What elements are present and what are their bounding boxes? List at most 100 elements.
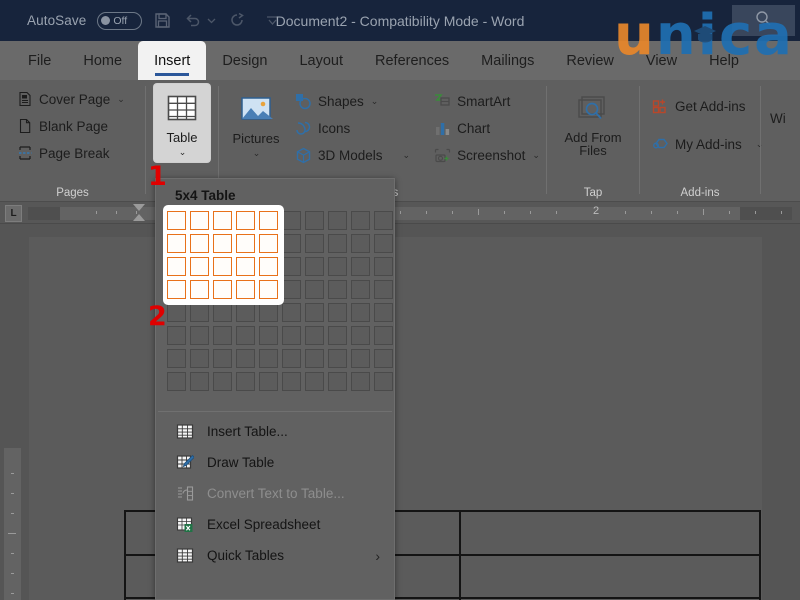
table-size-grid[interactable] <box>163 205 393 403</box>
cover-page-button[interactable]: Cover Page ⌄ <box>12 87 129 111</box>
vertical-ruler[interactable] <box>4 448 21 600</box>
table-grid-cell-5x1[interactable] <box>259 211 278 230</box>
table-grid-cell-9x4[interactable] <box>351 280 370 299</box>
customize-quick-access-icon[interactable] <box>265 13 280 28</box>
chevron-down-icon[interactable]: ⌄ <box>371 96 379 107</box>
table-grid-cell-8x3[interactable] <box>328 257 347 276</box>
online-video-button[interactable]: Wi <box>766 106 790 130</box>
indent-marker[interactable] <box>133 214 145 221</box>
table-grid-cell-3x3[interactable] <box>213 257 232 276</box>
tab-references[interactable]: References <box>359 41 465 80</box>
table-grid-cell-2x2[interactable] <box>190 234 209 253</box>
horizontal-ruler[interactable]: L 2 <box>0 202 800 224</box>
undo-dropdown-icon[interactable] <box>206 15 217 26</box>
table-grid-cell-5x3[interactable] <box>259 257 278 276</box>
table-grid-cell-3x1[interactable] <box>213 211 232 230</box>
table-grid-cell-8x4[interactable] <box>328 280 347 299</box>
table-grid-cell-4x2[interactable] <box>236 234 255 253</box>
table-grid-cell-7x8[interactable] <box>305 372 324 391</box>
table-grid-cell-6x4[interactable] <box>282 280 301 299</box>
table-grid-cell-9x8[interactable] <box>351 372 370 391</box>
table-grid-cell-2x5[interactable] <box>190 303 209 322</box>
tab-review[interactable]: Review <box>550 41 630 80</box>
icons-button[interactable]: Icons <box>291 116 414 140</box>
pictures-button[interactable]: Pictures ⌄ <box>227 87 285 159</box>
table-grid-cell-6x1[interactable] <box>282 211 301 230</box>
table-grid-cell-3x5[interactable] <box>213 303 232 322</box>
my-add-ins-button[interactable]: My Add-ins ⌄ <box>648 132 767 156</box>
table-grid-cell-10x7[interactable] <box>374 349 393 368</box>
table-grid-cell-10x5[interactable] <box>374 303 393 322</box>
table-grid-cell-5x8[interactable] <box>259 372 278 391</box>
table-grid-cell-4x8[interactable] <box>236 372 255 391</box>
screenshot-button[interactable]: Screenshot ⌄ <box>430 143 544 167</box>
indent-marker[interactable] <box>133 204 145 211</box>
table-grid-cell-1x2[interactable] <box>167 234 186 253</box>
table-grid-cell-8x5[interactable] <box>328 303 347 322</box>
table-grid-cell-4x6[interactable] <box>236 326 255 345</box>
table-grid-cell-1x4[interactable] <box>167 280 186 299</box>
table-grid-cell-3x4[interactable] <box>213 280 232 299</box>
tab-help[interactable]: Help <box>693 41 755 80</box>
table-grid-cell-7x7[interactable] <box>305 349 324 368</box>
table-grid-cell-6x5[interactable] <box>282 303 301 322</box>
table-grid-cell-1x3[interactable] <box>167 257 186 276</box>
table-grid-cell-1x8[interactable] <box>167 372 186 391</box>
table-grid-cell-9x5[interactable] <box>351 303 370 322</box>
table-grid-cell-10x8[interactable] <box>374 372 393 391</box>
add-from-files-button[interactable]: Add From Files <box>553 87 633 157</box>
table-grid-cell-9x6[interactable] <box>351 326 370 345</box>
chart-button[interactable]: Chart <box>430 116 544 140</box>
tab-view[interactable]: View <box>630 41 693 80</box>
chevron-down-icon[interactable]: ⌄ <box>532 150 540 161</box>
search-button[interactable] <box>732 5 795 36</box>
table-grid-cell-3x2[interactable] <box>213 234 232 253</box>
table-grid-cell-5x4[interactable] <box>259 280 278 299</box>
table-grid-cell-10x2[interactable] <box>374 234 393 253</box>
table-grid-cell-4x4[interactable] <box>236 280 255 299</box>
table-grid-cell-7x2[interactable] <box>305 234 324 253</box>
table-grid-cell-6x7[interactable] <box>282 349 301 368</box>
tab-layout[interactable]: Layout <box>283 41 359 80</box>
menu-item-quick-tables[interactable]: Quick Tables › <box>156 540 394 571</box>
tab-home[interactable]: Home <box>67 41 138 80</box>
table-grid-cell-9x1[interactable] <box>351 211 370 230</box>
table-grid-cell-5x2[interactable] <box>259 234 278 253</box>
table-grid-cell-2x1[interactable] <box>190 211 209 230</box>
get-add-ins-button[interactable]: Get Add-ins <box>648 94 767 118</box>
table-grid-cell-10x4[interactable] <box>374 280 393 299</box>
table-grid-cell-10x1[interactable] <box>374 211 393 230</box>
table-grid-cell-4x1[interactable] <box>236 211 255 230</box>
table-grid-cell-3x7[interactable] <box>213 349 232 368</box>
table-grid-cell-5x6[interactable] <box>259 326 278 345</box>
table-grid-cell-6x3[interactable] <box>282 257 301 276</box>
tab-file[interactable]: File <box>12 41 67 80</box>
table-grid-cell-7x4[interactable] <box>305 280 324 299</box>
tab-insert[interactable]: Insert <box>138 41 207 80</box>
table-grid-cell-8x6[interactable] <box>328 326 347 345</box>
table-grid-cell-9x7[interactable] <box>351 349 370 368</box>
undo-icon[interactable] <box>183 11 202 30</box>
table-grid-cell-3x6[interactable] <box>213 326 232 345</box>
table-grid-cell-9x2[interactable] <box>351 234 370 253</box>
table-grid-cell-7x3[interactable] <box>305 257 324 276</box>
table-grid-cell-4x3[interactable] <box>236 257 255 276</box>
table-grid-cell-2x4[interactable] <box>190 280 209 299</box>
table-grid-cell-5x5[interactable] <box>259 303 278 322</box>
table-button[interactable]: Table ⌄ <box>154 84 210 162</box>
chevron-down-icon[interactable]: ⌄ <box>253 148 261 159</box>
save-icon[interactable] <box>153 11 172 30</box>
redo-icon[interactable] <box>228 11 247 30</box>
menu-item-draw-table[interactable]: Draw Table <box>156 447 394 478</box>
menu-item-excel-spreadsheet[interactable]: Excel Spreadsheet <box>156 509 394 540</box>
chevron-down-icon[interactable]: ⌄ <box>403 150 411 161</box>
tab-mailings[interactable]: Mailings <box>465 41 550 80</box>
table-grid-cell-10x6[interactable] <box>374 326 393 345</box>
table-grid-cell-2x3[interactable] <box>190 257 209 276</box>
table-grid-cell-4x7[interactable] <box>236 349 255 368</box>
table-grid-cell-7x6[interactable] <box>305 326 324 345</box>
table-grid-cell-7x1[interactable] <box>305 211 324 230</box>
document-canvas[interactable] <box>0 224 800 600</box>
table-dropdown-menu[interactable]: 5x4 Table Insert Table... Draw Table Con… <box>155 178 395 600</box>
page-break-button[interactable]: Page Break <box>12 141 129 165</box>
